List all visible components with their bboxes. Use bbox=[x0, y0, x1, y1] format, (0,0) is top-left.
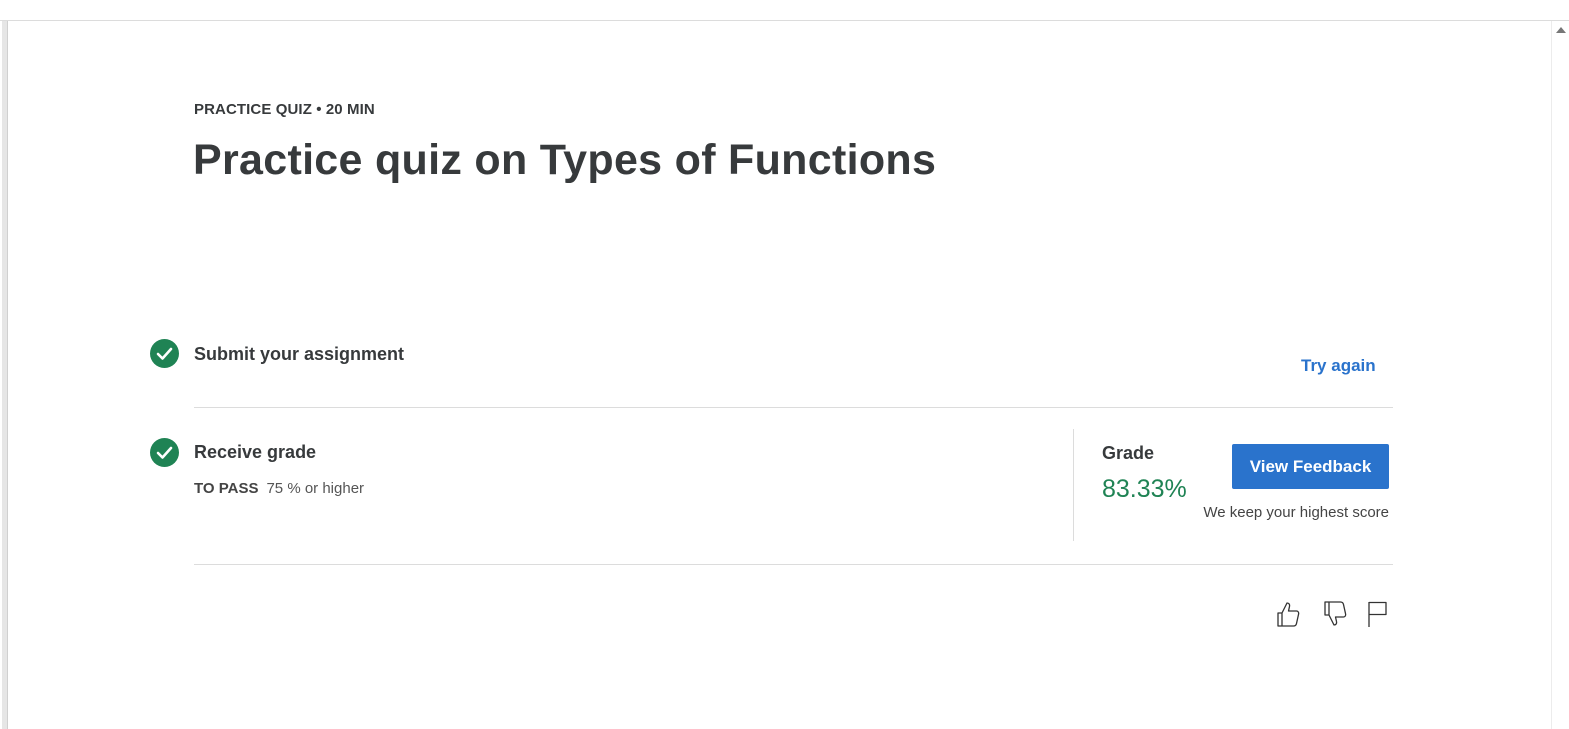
check-circle-icon bbox=[150, 438, 179, 467]
thumbs-down-icon[interactable] bbox=[1322, 600, 1348, 628]
thumbs-up-icon[interactable] bbox=[1275, 600, 1301, 628]
section-divider bbox=[194, 564, 1393, 565]
top-bar bbox=[0, 0, 1569, 21]
flag-icon[interactable] bbox=[1366, 600, 1392, 628]
try-again-link[interactable]: Try again bbox=[1301, 356, 1376, 376]
quiz-page: PRACTICE QUIZ • 20 MIN Practice quiz on … bbox=[0, 0, 1569, 729]
pass-requirement: TO PASS 75 % or higher bbox=[194, 480, 364, 497]
scroll-up-arrow-icon[interactable] bbox=[1556, 27, 1566, 33]
scrollbar[interactable] bbox=[1551, 21, 1569, 729]
quiz-meta: PRACTICE QUIZ • 20 MIN bbox=[194, 101, 375, 118]
page-title: Practice quiz on Types of Functions bbox=[193, 136, 937, 184]
view-feedback-button[interactable]: View Feedback bbox=[1232, 444, 1389, 489]
to-pass-value: 75 % or higher bbox=[266, 480, 365, 497]
left-rail bbox=[2, 21, 8, 729]
grade-value: 83.33% bbox=[1102, 475, 1187, 503]
grade-divider bbox=[1073, 429, 1074, 541]
section-divider bbox=[194, 407, 1393, 408]
submit-step-title: Submit your assignment bbox=[194, 344, 405, 364]
grade-label: Grade bbox=[1102, 443, 1155, 463]
to-pass-label: TO PASS bbox=[194, 480, 259, 497]
check-circle-icon bbox=[150, 339, 179, 368]
receive-grade-title: Receive grade bbox=[194, 442, 317, 462]
highest-score-note: We keep your highest score bbox=[1203, 504, 1389, 521]
